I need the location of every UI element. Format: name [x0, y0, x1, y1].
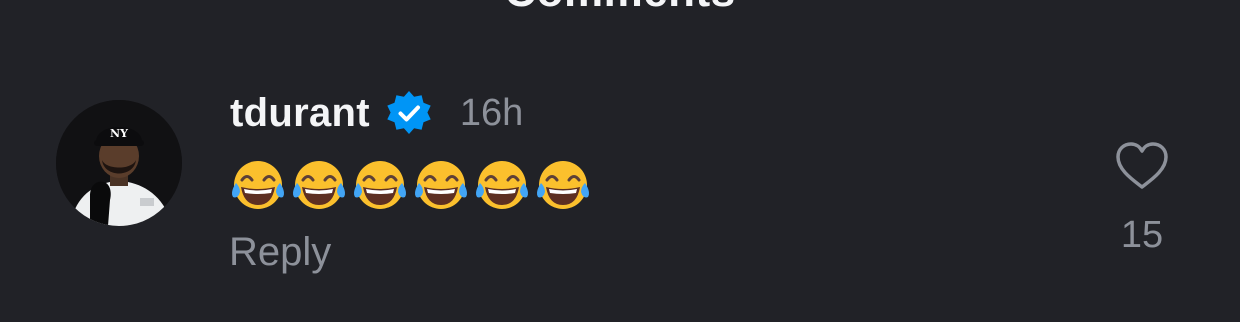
comment-text: [229, 158, 592, 212]
reply-button[interactable]: Reply: [229, 230, 331, 275]
timestamp: 16h: [459, 91, 524, 134]
face-with-tears-of-joy-icon: [476, 161, 528, 209]
svg-text:NY: NY: [110, 127, 128, 140]
avatar[interactable]: NY: [56, 100, 182, 226]
username-link[interactable]: tdurant: [230, 91, 370, 136]
verified-badge-icon: [387, 91, 431, 134]
heart-outline-icon[interactable]: [1113, 140, 1171, 192]
face-with-tears-of-joy-icon: [537, 161, 589, 209]
avatar-image: NY: [56, 100, 182, 226]
sheet-title: Comments: [0, 0, 1240, 14]
face-with-tears-of-joy-icon: [354, 161, 406, 209]
like-count: 15: [1120, 214, 1164, 256]
face-with-tears-of-joy-icon: [293, 161, 345, 209]
comments-sheet: Comments NY tdurant 16h: [0, 0, 1240, 322]
comment-header: tdurant 16h: [230, 88, 523, 138]
face-with-tears-of-joy-icon: [232, 161, 284, 209]
like-button[interactable]: 15: [1112, 140, 1172, 257]
face-with-tears-of-joy-icon: [415, 161, 467, 209]
